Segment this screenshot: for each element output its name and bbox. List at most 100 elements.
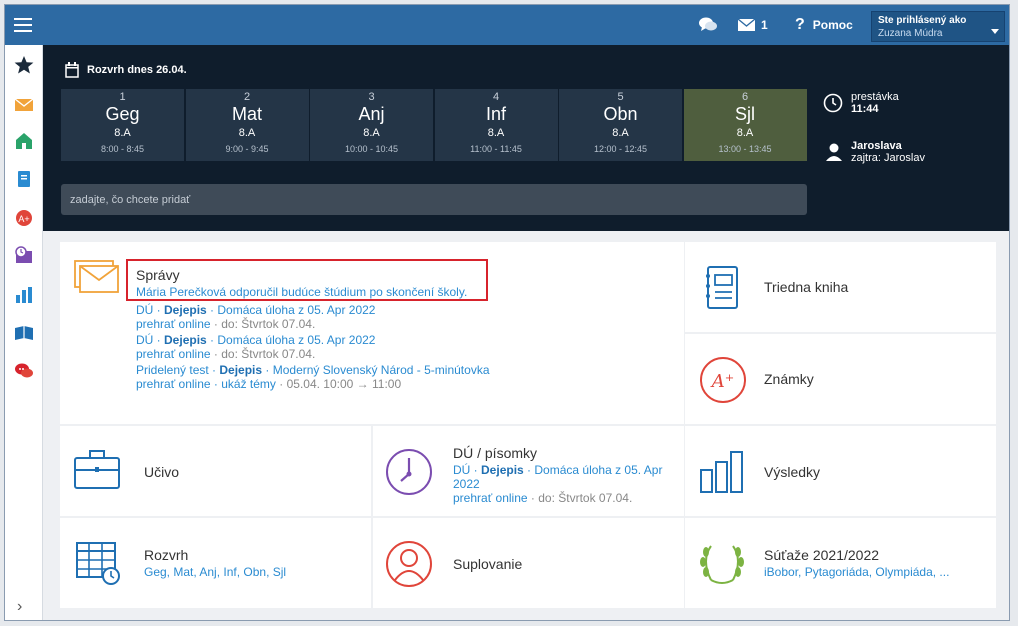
results-label: Výsledky (764, 464, 821, 480)
lesson-subject: Obn (603, 104, 638, 124)
lesson-card[interactable]: 2 Mat 8.A 9:00 - 9:45 (185, 89, 309, 161)
play-online-link[interactable]: prehrať online (453, 491, 528, 505)
competitions-list: iBobor, Pytagoriáda, Olympiáda, ... (764, 565, 950, 579)
message-item[interactable]: Pridelený test · Dejepis · Moderný Slove… (136, 363, 490, 377)
user-dropdown[interactable]: Ste prihlásený ako Zuzana Múdra (871, 11, 1005, 42)
person-icon (386, 541, 432, 587)
break-info: prestávka 11:44 (823, 91, 899, 115)
message-count-badge: 1 (761, 18, 768, 32)
mail-icon[interactable] (14, 95, 34, 115)
item-text: Moderný Slovenský Národ - 5-minútovka (272, 363, 490, 377)
lesson-number: 6 (741, 91, 749, 103)
help-button[interactable]: ? Pomoc (795, 5, 853, 45)
lesson-card[interactable]: 1 Geg 8.A 8:00 - 8:45 (61, 89, 184, 161)
item-subject: Dejepis (164, 333, 207, 347)
schedule-title: Rozvrh dnes 26.04. (87, 64, 187, 76)
play-online-link[interactable]: prehrať online (136, 347, 211, 361)
lesson-class: 8.A (736, 127, 754, 139)
lesson-class: 8.A (612, 127, 629, 139)
curriculum-tile[interactable]: Učivo (60, 426, 371, 516)
homework-item[interactable]: DÚ · Dejepis · Domáca úloha z 05. Apr 20… (453, 463, 678, 491)
item-type: DÚ (453, 463, 471, 477)
item-type: Pridelený test (136, 363, 209, 377)
user-label: Ste prihlásený ako (878, 15, 967, 26)
star-icon[interactable] (14, 55, 34, 75)
person-icon (826, 143, 842, 161)
lesson-card-current[interactable]: 6 Sjl 8.A 13:00 - 13:45 (683, 89, 807, 161)
messages-button[interactable]: 1 (738, 5, 768, 45)
lesson-subject: Sjl (734, 104, 755, 124)
lesson-number: 5 (617, 91, 624, 103)
item-deadline: do: Štvrtok 07.04. (221, 317, 316, 331)
play-online-link[interactable]: prehrať online (136, 377, 211, 391)
home-icon[interactable] (14, 131, 34, 151)
lesson-time: 9:00 - 9:45 (225, 144, 269, 154)
chat-button[interactable] (699, 5, 717, 45)
grade-icon: A⁺ (700, 357, 746, 403)
lesson-time: 11:00 - 11:45 (470, 144, 522, 154)
item-text: Domáca úloha z 05. Apr 2022 (217, 333, 376, 347)
menu-icon[interactable] (14, 18, 32, 32)
show-topics-link[interactable]: ukáž témy (221, 377, 276, 391)
substitution-label: Suplovanie (453, 556, 523, 572)
calendar-clock-icon[interactable] (14, 245, 34, 265)
chart-icon (700, 451, 743, 493)
break-label: prestávka (851, 91, 899, 103)
add-item-input[interactable] (61, 184, 807, 215)
clock-icon (386, 449, 432, 495)
lesson-time: 13:00 - 13:45 (718, 144, 772, 154)
messages-tile[interactable]: Správy Mária Perečková odporučil budúce … (60, 242, 684, 424)
homework-tile[interactable]: DÚ / písomky DÚ · Dejepis · Domáca úloha… (373, 426, 684, 516)
play-online-link[interactable]: prehrať online (136, 317, 211, 331)
lesson-class: 8.A (114, 127, 131, 139)
sidebar: A+ › (5, 45, 43, 620)
grades-tile[interactable]: A⁺ Známky (685, 334, 996, 424)
user-name: Zuzana Múdra (878, 28, 943, 39)
message-list: DÚ · Dejepis · Domáca úloha z 05. Apr 20… (136, 303, 490, 391)
lesson-number: 4 (492, 91, 500, 103)
lesson-class: 8.A (487, 127, 505, 139)
nameday-info: Jaroslava zajtra: Jaroslav (823, 140, 925, 164)
calendar-icon (65, 62, 79, 78)
lesson-time: 12:00 - 12:45 (593, 144, 648, 154)
mail-icon (74, 260, 119, 293)
grade-icon[interactable]: A+ (14, 208, 34, 228)
chart-icon[interactable] (14, 285, 34, 305)
item-deadline: do: Štvrtok 07.04. (538, 491, 633, 505)
message-item[interactable]: DÚ · Dejepis · Domáca úloha z 05. Apr 20… (136, 303, 490, 317)
lesson-class: 8.A (238, 127, 256, 139)
homework-meta: prehrať online · do: Štvrtok 07.04. (453, 491, 633, 505)
item-time-range: 05.04. 10:00 → 11:00 (286, 377, 402, 391)
grades-label: Známky (764, 371, 814, 387)
lesson-time: 8:00 - 8:45 (100, 144, 145, 154)
chevron-down-icon (991, 29, 999, 34)
laurel-icon (700, 545, 744, 584)
item-subject: Dejepis (481, 463, 524, 477)
timetable-subjects: Geg, Mat, Anj, Inf, Obn, Sjl (144, 565, 287, 579)
lesson-card[interactable]: 4 Inf 8.A 11:00 - 11:45 (434, 89, 558, 161)
briefcase-icon (74, 450, 120, 489)
item-subject: Dejepis (164, 303, 207, 317)
lesson-subject: Geg (105, 104, 140, 124)
top-bar: 1 ? Pomoc Ste prihlásený ako Zuzana Múdr… (5, 5, 1009, 45)
expand-sidebar-icon[interactable]: › (17, 598, 22, 616)
class-book-tile[interactable]: Triedna kniha (685, 242, 996, 332)
book-icon[interactable] (14, 323, 34, 343)
lesson-card[interactable]: 5 Obn 8.A 12:00 - 12:45 (559, 89, 682, 161)
curriculum-label: Učivo (144, 464, 180, 480)
mail-icon (738, 19, 755, 31)
nameday-tomorrow: zajtra: Jaroslav (851, 152, 925, 164)
lesson-number: 1 (119, 91, 126, 103)
lesson-subject: Inf (485, 104, 506, 124)
lesson-subject: Anj (358, 104, 385, 124)
help-label: Pomoc (812, 18, 853, 32)
chat-icon[interactable] (14, 361, 34, 381)
notebook-icon[interactable] (14, 169, 34, 189)
substitution-tile[interactable]: Suplovanie (373, 518, 684, 608)
message-item[interactable]: DÚ · Dejepis · Domáca úloha z 05. Apr 20… (136, 333, 490, 347)
lesson-card[interactable]: 3 Anj 8.A 10:00 - 10:45 (310, 89, 433, 161)
timetable-tile[interactable]: Rozvrh Geg, Mat, Anj, Inf, Obn, Sjl (60, 518, 371, 608)
results-tile[interactable]: Výsledky (685, 426, 996, 516)
competitions-tile[interactable]: Súťaže 2021/2022 iBobor, Pytagoriáda, Ol… (685, 518, 996, 608)
class-book-label: Triedna kniha (764, 279, 849, 295)
